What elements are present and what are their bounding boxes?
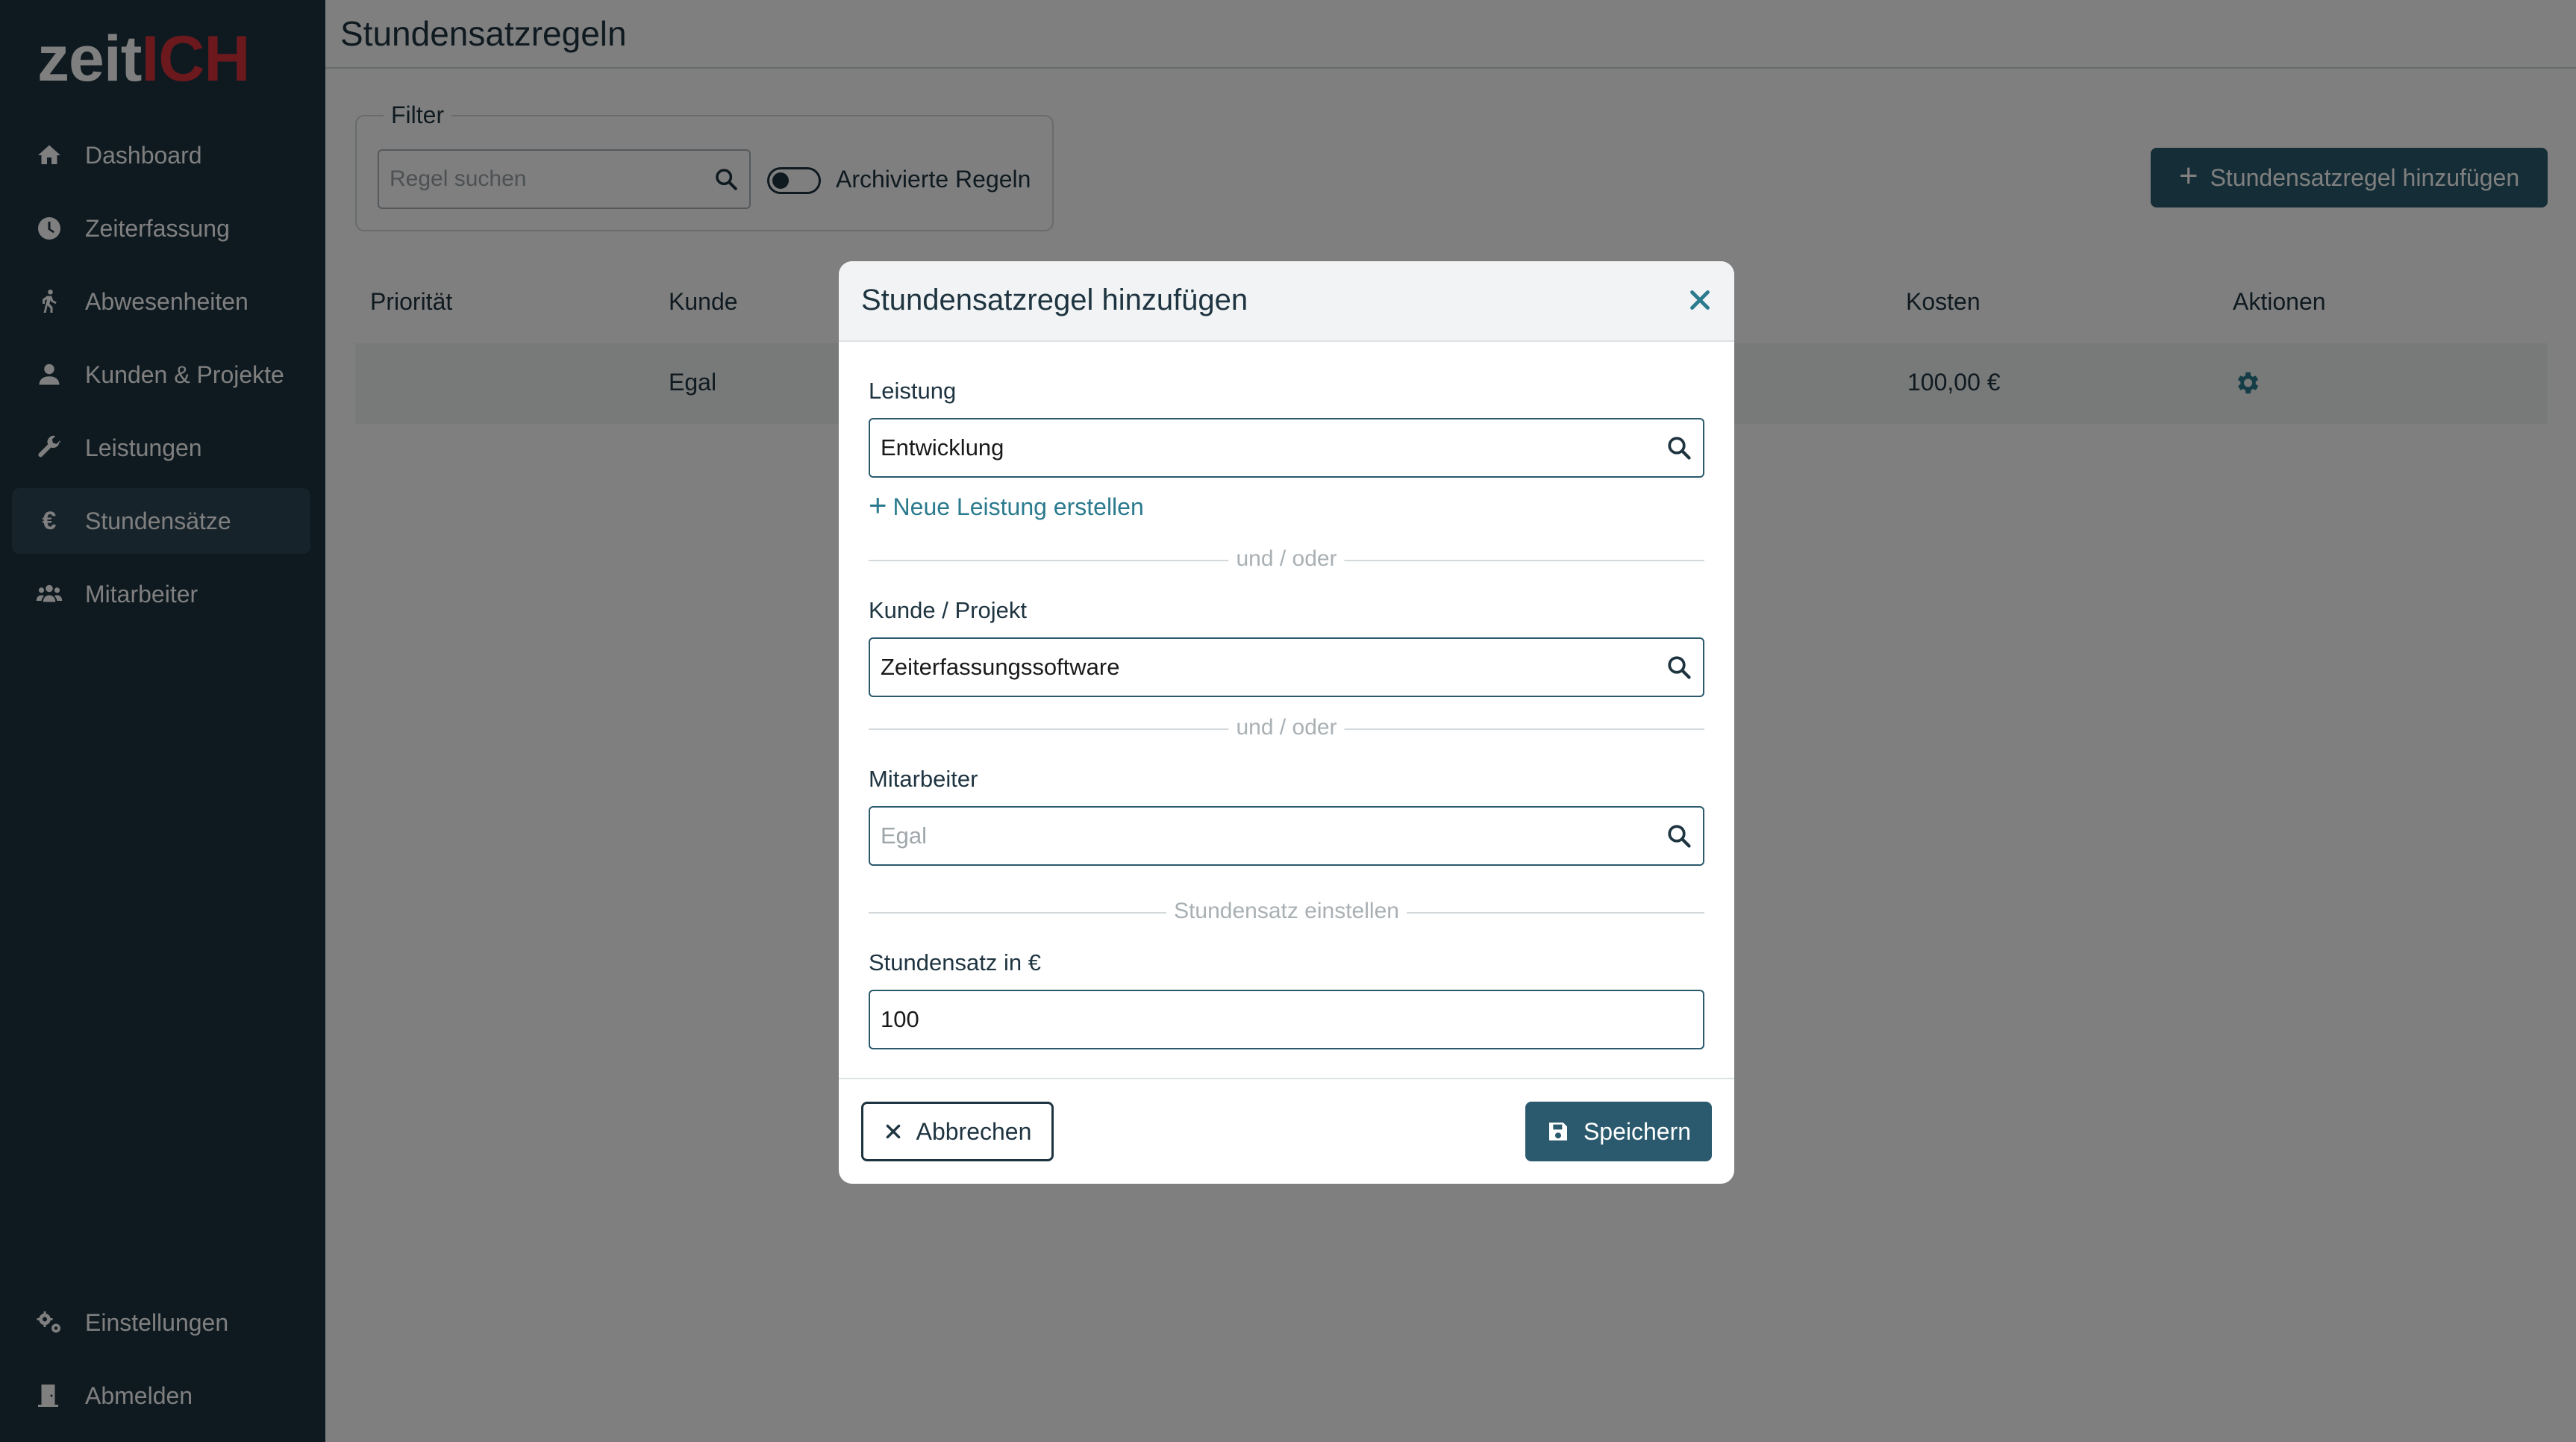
close-icon[interactable] <box>1686 287 1713 313</box>
new-leistung-label: Neue Leistung erstellen <box>892 493 1144 520</box>
save-icon <box>1548 1123 1567 1140</box>
cancel-label: Abbrechen <box>916 1117 1032 1145</box>
search-icon <box>1668 437 1691 460</box>
kunde-label: Kunde / Projekt <box>869 597 1027 623</box>
dialog-header: Stundensatzregel hinzufügen <box>839 261 1734 342</box>
save-label: Speichern <box>1583 1117 1692 1145</box>
mitarbeiter-placeholder: Egal <box>881 823 928 849</box>
divider-and-or: und / oder <box>869 715 1704 742</box>
cancel-button[interactable]: Abbrechen <box>861 1102 1054 1161</box>
stundensatz-input[interactable]: 100 <box>869 990 1704 1049</box>
save-button[interactable]: Speichern <box>1525 1102 1712 1161</box>
leistung-label: Leistung <box>869 378 957 404</box>
stundensatz-label: Stundensatz in € <box>869 949 1041 976</box>
dialog-footer-divider <box>839 1078 1734 1079</box>
new-leistung-link[interactable]: + Neue Leistung erstellen <box>869 487 1144 522</box>
divider-and-or: und / oder <box>869 546 1704 573</box>
kunde-projekt-input[interactable]: Zeiterfassungssoftware <box>869 637 1704 697</box>
divider-text: und / oder <box>1228 546 1345 572</box>
divider-stundensatz: Stundensatz einstellen <box>869 899 1704 926</box>
stundensatz-value: 100 <box>881 1006 919 1032</box>
search-icon <box>1668 825 1691 848</box>
add-rule-dialog: Stundensatzregel hinzufügen Leistung Ent… <box>839 261 1734 1184</box>
mitarbeiter-label: Mitarbeiter <box>869 766 978 792</box>
close-icon <box>886 1124 900 1139</box>
leistung-input[interactable]: Entwicklung <box>869 418 1704 478</box>
dialog-title: Stundensatzregel hinzufügen <box>861 284 1248 316</box>
mitarbeiter-input[interactable]: Egal <box>869 806 1704 866</box>
leistung-value: Entwicklung <box>881 434 1004 461</box>
divider-text: Stundensatz einstellen <box>1166 899 1407 924</box>
search-icon <box>1668 656 1691 679</box>
kunde-value: Zeiterfassungssoftware <box>881 654 1120 680</box>
plus-icon: + <box>869 487 887 522</box>
divider-text: und / oder <box>1228 715 1345 740</box>
